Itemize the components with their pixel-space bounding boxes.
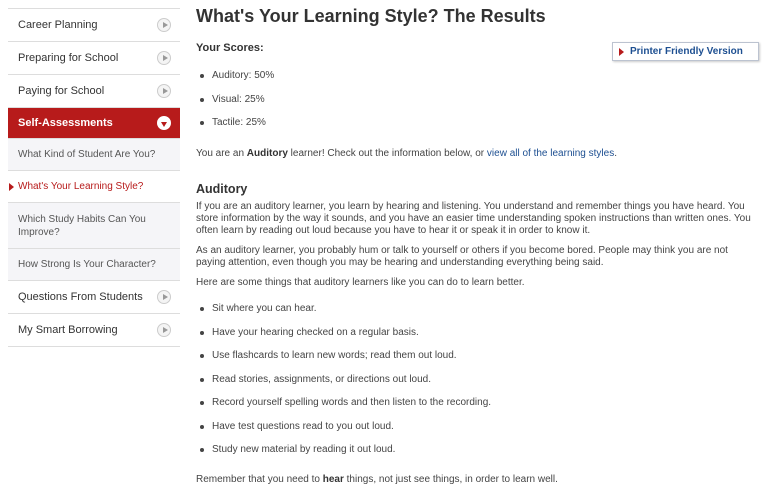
chevron-right-icon <box>157 18 171 32</box>
nav-item-career-planning[interactable]: Career Planning <box>8 9 180 42</box>
tip-item: Read stories, assignments, or directions… <box>196 374 491 398</box>
closing-prefix: Remember that you need to <box>196 474 323 485</box>
score-tactile: Tactile: 25% <box>196 117 274 141</box>
tip-item: Use flashcards to learn new words; read … <box>196 350 491 374</box>
sub-item-label: Which Study Habits Can You Improve? <box>18 213 146 238</box>
chevron-right-icon <box>157 51 171 65</box>
chevron-down-icon <box>157 116 171 130</box>
view-all-styles-link[interactable]: view all of the learning styles <box>487 148 614 159</box>
paragraph-2: As an auditory learner, you probably hum… <box>196 245 728 268</box>
printer-friendly-button[interactable]: Printer Friendly Version <box>612 42 759 61</box>
score-auditory: Auditory: 50% <box>196 70 274 94</box>
page-title: What's Your Learning Style? The Results <box>196 6 546 26</box>
section-title: Auditory <box>196 182 248 196</box>
arrow-right-icon <box>619 47 624 56</box>
nav-item-label: Preparing for School <box>18 52 119 64</box>
paragraph-1: If you are an auditory learner, you lear… <box>196 201 751 236</box>
tip-item: Record yourself spelling words and then … <box>196 397 491 421</box>
chevron-right-icon <box>157 84 171 98</box>
sub-item-label: What Kind of Student Are You? <box>18 149 156 160</box>
chevron-right-icon <box>157 290 171 304</box>
sidebar-nav: Career Planning Preparing for School Pay… <box>8 8 180 347</box>
nav-item-paying-for-school[interactable]: Paying for School <box>8 75 180 108</box>
result-style: Auditory <box>246 148 288 159</box>
nav-item-label: My Smart Borrowing <box>18 324 118 336</box>
nav-item-self-assessments[interactable]: Self-Assessments <box>8 108 180 139</box>
sub-item-study-habits[interactable]: Which Study Habits Can You Improve? <box>8 203 180 249</box>
current-marker-icon <box>9 183 14 191</box>
result-statement: You are an Auditory learner! Check out t… <box>196 148 756 160</box>
scores-list: Auditory: 50% Visual: 25% Tactile: 25% <box>196 70 274 141</box>
sub-item-learning-style[interactable]: What's Your Learning Style? <box>8 171 180 203</box>
nav-item-my-smart-borrowing[interactable]: My Smart Borrowing <box>8 314 180 347</box>
paragraph-3: Here are some things that auditory learn… <box>196 277 525 288</box>
scores-label: Your Scores: <box>196 42 264 54</box>
tip-item: Have your hearing checked on a regular b… <box>196 327 491 351</box>
nav-item-label: Career Planning <box>18 19 98 31</box>
tips-list: Sit where you can hear. Have your hearin… <box>196 303 491 468</box>
nav-item-label: Self-Assessments <box>18 117 113 129</box>
closing-bold: hear <box>322 474 344 485</box>
tip-item: Have test questions read to you out loud… <box>196 421 491 445</box>
nav-item-questions-from-students[interactable]: Questions From Students <box>8 281 180 314</box>
nav-item-preparing-for-school[interactable]: Preparing for School <box>8 42 180 75</box>
tip-item: Study new material by reading it out lou… <box>196 444 491 468</box>
closing-suffix: things, not just see things, in order to… <box>343 474 558 485</box>
sub-item-character[interactable]: How Strong Is Your Character? <box>8 249 180 281</box>
result-middle: learner! Check out the information below… <box>287 148 487 159</box>
result-suffix: . <box>614 148 617 159</box>
score-visual: Visual: 25% <box>196 94 274 118</box>
chevron-right-icon <box>157 323 171 337</box>
sub-item-kind-of-student[interactable]: What Kind of Student Are You? <box>8 139 180 171</box>
printer-friendly-label: Printer Friendly Version <box>630 46 743 57</box>
closing-statement: Remember that you need to hear things, n… <box>196 474 756 486</box>
sub-item-label: What's Your Learning Style? <box>18 181 144 192</box>
nav-item-label: Questions From Students <box>18 291 143 303</box>
result-prefix: You are an <box>196 148 247 159</box>
nav-item-label: Paying for School <box>18 85 105 97</box>
sub-item-label: How Strong Is Your Character? <box>18 259 156 270</box>
tip-item: Sit where you can hear. <box>196 303 491 327</box>
